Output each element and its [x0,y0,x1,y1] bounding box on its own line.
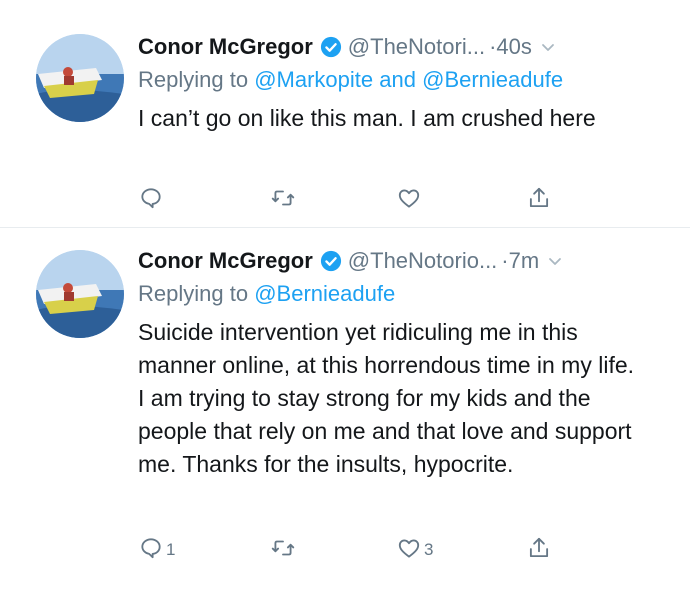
tweet-text: I can’t go on like this man. I am crushe… [138,105,596,131]
tweet[interactable]: Conor McGregor @TheNotorio... · 7m Reply… [0,228,690,598]
avatar[interactable] [36,250,124,338]
retweet-icon [270,535,296,566]
reply-count: 1 [166,540,176,559]
author-handle[interactable]: @TheNotorio... [348,248,498,274]
retweet-button[interactable] [270,530,296,570]
timestamp[interactable]: 7m [509,248,540,274]
heart-icon [396,185,422,216]
tweet-header: Conor McGregor @TheNotorio... · 7m [138,244,666,278]
tweet-content: Conor McGregor @TheNotorio... · 7m Reply… [138,244,666,481]
separator-dot: · [501,248,509,273]
retweet-button[interactable] [270,180,296,220]
replying-to-label: Replying to [138,67,249,92]
verified-badge-icon [320,250,342,272]
like-button[interactable] [396,180,424,220]
author-name[interactable]: Conor McGregor [138,34,313,60]
reply-button[interactable] [138,180,166,220]
avatar[interactable] [36,34,124,122]
like-count: 3 [424,540,434,559]
share-button[interactable] [526,530,552,570]
mention-link[interactable]: @Markopite [254,67,373,92]
author-name[interactable]: Conor McGregor [138,248,313,274]
chevron-down-icon[interactable] [540,39,556,55]
tweet-actions: 1 3 [138,530,578,570]
tweet-text: Suicide intervention yet ridiculing me i… [138,319,635,477]
tweet-header: Conor McGregor @TheNotori... · 40s [138,30,666,64]
retweet-icon [270,185,296,216]
share-icon [526,185,552,216]
share-button[interactable] [526,180,552,220]
like-button[interactable]: 3 [396,530,433,570]
replying-to: Replying to @Bernieadufe [138,278,666,310]
replying-to: Replying to @Markopite and @Bernieadufe [138,64,666,96]
replying-to-label: Replying to [138,281,249,306]
mention-link[interactable]: @Bernieadufe [254,281,395,306]
tweet-actions [138,180,578,220]
reply-icon [138,535,164,566]
timestamp[interactable]: 40s [496,34,531,60]
share-icon [526,535,552,566]
tweet-feed: Conor McGregor @TheNotori... · 40s Reply… [0,0,690,598]
heart-icon [396,535,422,566]
mention-join: and [379,67,416,92]
mention-link[interactable]: @Bernieadufe [422,67,563,92]
chevron-down-icon[interactable] [547,253,563,269]
reply-button[interactable]: 1 [138,530,175,570]
author-handle[interactable]: @TheNotori... [348,34,485,60]
separator-dot: · [489,34,497,59]
verified-badge-icon [320,36,342,58]
tweet[interactable]: Conor McGregor @TheNotori... · 40s Reply… [0,0,690,228]
reply-icon [138,185,164,216]
tweet-content: Conor McGregor @TheNotori... · 40s Reply… [138,30,666,135]
